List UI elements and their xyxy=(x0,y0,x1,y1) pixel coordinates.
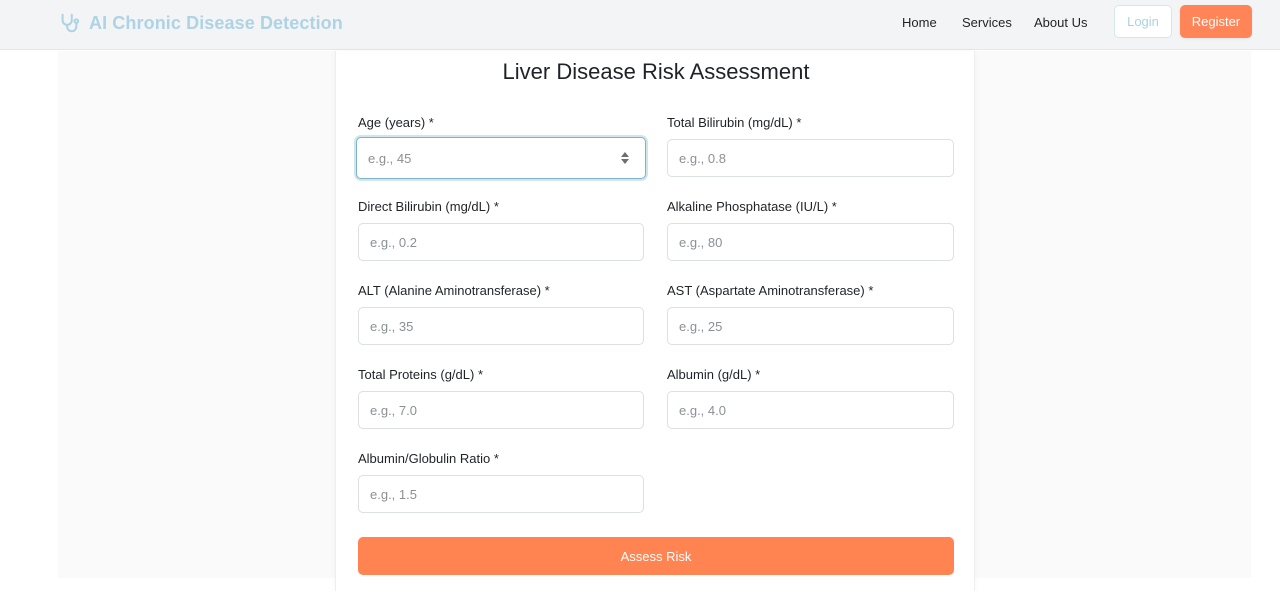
direct-bilirubin-input[interactable] xyxy=(358,223,644,261)
total-proteins-label: Total Proteins (g/dL) * xyxy=(358,367,484,382)
form-title: Liver Disease Risk Assessment xyxy=(502,59,810,84)
alkaline-phosphatase-label: Alkaline Phosphatase (IU/L) * xyxy=(667,199,837,214)
number-stepper[interactable] xyxy=(619,149,631,167)
nav-home[interactable]: Home xyxy=(902,15,937,30)
alkaline-phosphatase-input[interactable] xyxy=(667,223,954,261)
brand-title: AI Chronic Disease Detection xyxy=(89,12,343,33)
register-button[interactable]: Register xyxy=(1180,5,1252,38)
alt-input[interactable] xyxy=(358,307,644,345)
albumin-label: Albumin (g/dL) * xyxy=(667,367,761,382)
age-input[interactable] xyxy=(356,137,646,179)
stepper-up-icon[interactable] xyxy=(621,152,629,157)
ag-ratio-input[interactable] xyxy=(358,475,644,513)
alt-label: ALT (Alanine Aminotransferase) * xyxy=(358,283,550,298)
login-button[interactable]: Login xyxy=(1114,5,1172,38)
total-bilirubin-input[interactable] xyxy=(667,139,954,177)
total-bilirubin-label: Total Bilirubin (mg/dL) * xyxy=(667,115,802,130)
nav-services[interactable]: Services xyxy=(962,15,1012,30)
age-label: Age (years) * xyxy=(358,115,434,130)
nav-about-us[interactable]: About Us xyxy=(1034,15,1087,30)
brand[interactable]: AI Chronic Disease Detection xyxy=(58,10,343,36)
albumin-input[interactable] xyxy=(667,391,954,429)
navbar: AI Chronic Disease Detection Home Servic… xyxy=(0,0,1280,50)
assess-risk-button[interactable]: Assess Risk xyxy=(358,537,954,575)
ag-ratio-label: Albumin/Globulin Ratio * xyxy=(358,451,499,466)
stepper-down-icon[interactable] xyxy=(621,159,629,164)
assessment-form-card: Liver Disease Risk Assessment Age (years… xyxy=(335,51,975,591)
ast-input[interactable] xyxy=(667,307,954,345)
ast-label: AST (Aspartate Aminotransferase) * xyxy=(667,283,874,298)
direct-bilirubin-label: Direct Bilirubin (mg/dL) * xyxy=(358,199,499,214)
total-proteins-input[interactable] xyxy=(358,391,644,429)
stethoscope-icon xyxy=(61,13,80,33)
